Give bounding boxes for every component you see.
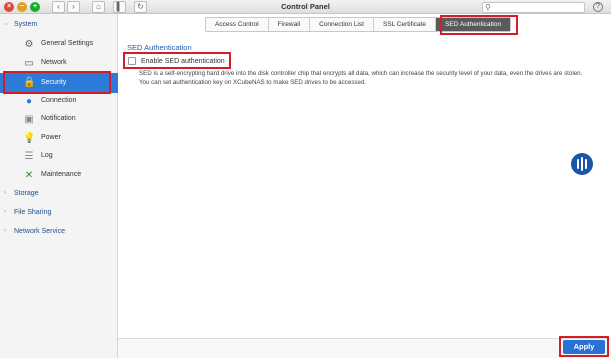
sidebar-group-file-sharing[interactable]: › File Sharing [0,205,118,223]
chevron-right-icon: › [4,209,6,215]
log-icon: ☰ [24,151,34,162]
title-bar: × − + ‹ › ⌂ ▌ ↻ Control Panel ⚲ ? [0,0,611,14]
chevron-down-icon: ⌵ [4,21,9,27]
search-input[interactable]: ⚲ [482,2,585,13]
sed-description: SED is a self-encrypting hard drive into… [139,70,583,86]
globe-icon: ● [25,96,33,107]
search-icon: ⚲ [485,3,491,12]
chevron-right-icon: › [4,190,6,196]
sidebar-item-label: Log [41,152,53,159]
checkbox-highlight-box [123,52,231,69]
sidebar-item-label: General Settings [41,40,94,47]
tab-access-control[interactable]: Access Control [206,18,269,31]
tab-firewall[interactable]: Firewall [269,18,311,31]
sidebar-item-notification[interactable]: ▣ Notification [0,111,118,129]
assistant-icon[interactable] [571,153,593,175]
network-icon: ▭ [24,58,34,69]
sidebar-group-label: File Sharing [14,209,52,216]
sidebar: ⌵ System ⚙ General Settings ▭ Network 🔒 … [0,14,118,358]
sidebar-item-general-settings[interactable]: ⚙ General Settings [0,36,118,54]
sidebar-group-storage[interactable]: › Storage [0,186,118,204]
apply-highlight-box [559,336,609,357]
sidebar-item-label: Connection [41,97,77,104]
help-button[interactable]: ? [593,2,603,12]
chevron-right-icon: › [4,228,6,234]
sidebar-group-label: Network Service [14,228,65,235]
security-highlight-box [3,71,111,94]
footer-bar [118,338,611,358]
sidebar-group-system[interactable]: ⌵ System [0,17,118,35]
question-icon: ? [596,3,600,10]
gear-icon: ⚙ [24,39,34,50]
bulb-icon: 💡 [23,133,36,144]
tab-highlight-box [440,15,518,35]
sidebar-item-label: Power [41,134,61,141]
sidebar-group-network-service[interactable]: › Network Service [0,224,118,242]
sidebar-group-label: System [14,21,38,28]
sidebar-item-maintenance[interactable]: ✕ Maintenance [0,167,118,185]
sidebar-item-label: Maintenance [41,171,82,178]
tools-icon: ✕ [24,170,34,181]
section-title: SED Authentication [127,43,192,52]
tab-connection-list[interactable]: Connection List [310,18,374,31]
sidebar-item-connection[interactable]: ● Connection [0,93,118,111]
notification-icon: ▣ [24,114,34,125]
sidebar-item-power[interactable]: 💡 Power [0,130,118,148]
sidebar-group-label: Storage [14,190,39,197]
sidebar-item-label: Network [41,59,67,66]
sidebar-item-label: Notification [41,115,76,122]
tab-ssl-certificate[interactable]: SSL Certificate [374,18,437,31]
sidebar-item-log[interactable]: ☰ Log [0,148,118,166]
